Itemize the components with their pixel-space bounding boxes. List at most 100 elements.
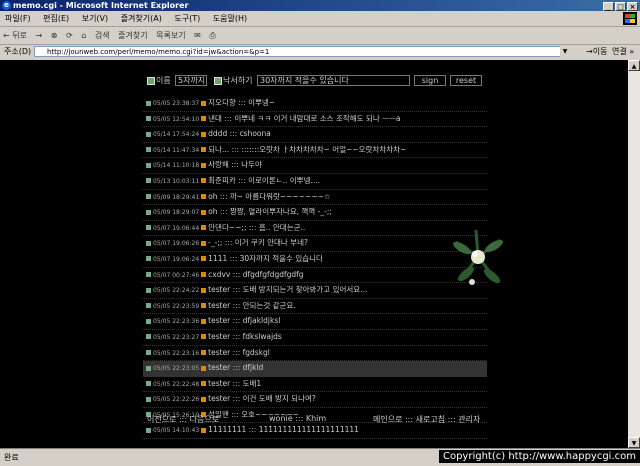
- memo-row: 05/05 23:38:37 지오디향 ::: 이뿌넹~: [143, 96, 487, 112]
- forward-button[interactable]: →: [36, 31, 43, 40]
- memo-author: tester: [208, 331, 231, 341]
- address-dropdown-icon[interactable]: ▼: [560, 46, 570, 57]
- delete-icon[interactable]: [201, 147, 207, 153]
- delete-icon[interactable]: [201, 162, 207, 168]
- status-text: 완료: [4, 453, 19, 462]
- bullet-icon: [146, 381, 151, 387]
- menu-favorites[interactable]: 즐겨찾기(A): [121, 14, 162, 23]
- close-button[interactable]: ×: [627, 2, 638, 11]
- memo-timestamp: 05/05 22:23:16: [153, 349, 200, 357]
- menu-help[interactable]: 도움말(H): [213, 14, 247, 23]
- back-button[interactable]: ← 뒤로: [3, 31, 27, 40]
- delete-icon[interactable]: [201, 334, 207, 340]
- bullet-icon: [146, 427, 151, 433]
- delete-icon[interactable]: [201, 396, 207, 402]
- memo-row: 05/05 22:23:59 tester ::: 안되는것 같군요.: [143, 299, 487, 315]
- links-button[interactable]: 연결 »: [612, 46, 634, 57]
- secret-checkbox[interactable]: [214, 77, 222, 85]
- stop-icon[interactable]: ⊗: [51, 31, 58, 40]
- vertical-scrollbar[interactable]: ▲ ▼: [628, 60, 640, 448]
- menu-tools[interactable]: 도구(T): [174, 14, 200, 23]
- delete-icon[interactable]: [201, 116, 207, 122]
- menu-file[interactable]: 파일(F): [5, 14, 31, 23]
- delete-icon[interactable]: [201, 194, 207, 200]
- memo-message: dfjkld: [242, 363, 264, 373]
- memo-message: dfgdfgfdgdfgdfg: [242, 269, 304, 279]
- delete-icon[interactable]: [201, 427, 207, 433]
- name-checkbox-icon: [147, 77, 155, 85]
- bullet-icon: [146, 256, 151, 262]
- delete-icon[interactable]: [201, 209, 207, 215]
- print-icon[interactable]: ⎙: [209, 31, 215, 40]
- menu-view[interactable]: 보기(V): [82, 14, 108, 23]
- home-icon[interactable]: ⌂: [81, 31, 86, 40]
- bullet-icon: [146, 131, 151, 137]
- memo-timestamp: 05/05 22:23:27: [153, 333, 200, 341]
- bullet-icon: [146, 240, 151, 246]
- delete-icon[interactable]: [201, 272, 207, 278]
- memo-timestamp: 05/05 22:24:22: [153, 287, 200, 295]
- reset-button[interactable]: reset: [450, 75, 482, 86]
- copyright-banner: Copyright(c) http://www.happycgi.com: [438, 450, 640, 463]
- delete-icon[interactable]: [201, 225, 207, 231]
- delete-icon[interactable]: [201, 178, 207, 184]
- memo-message: 이로이론ㄴ.. 이뿌넹....: [248, 175, 321, 185]
- bullet-icon: [146, 225, 151, 231]
- memo-message: 도배 방지되는거 찾아봐가고 있어서요...: [242, 285, 368, 295]
- menu-edit[interactable]: 편집(E): [43, 14, 69, 23]
- memo-message: 흠.. 안대는군..: [258, 222, 306, 232]
- refresh-icon[interactable]: ⟳: [66, 31, 73, 40]
- windows-logo-icon: [623, 12, 637, 25]
- bullet-icon: [146, 334, 151, 340]
- delete-icon[interactable]: [201, 365, 207, 371]
- sign-button[interactable]: sign: [414, 75, 446, 86]
- memo-author: dddd: [208, 129, 228, 139]
- minimize-button[interactable]: _: [603, 2, 614, 11]
- favorites-button[interactable]: 즐겨찾기: [118, 31, 147, 40]
- memo-message: fdkslwajds: [242, 331, 282, 341]
- delete-icon[interactable]: [201, 303, 207, 309]
- delete-icon[interactable]: [201, 100, 207, 106]
- memo-row: 05/14 17:54:24 dddd ::: cshoona: [143, 127, 487, 143]
- memo-form: 이름 5자까지 낙서하기 30자까지 적을수 있습니다 sign reset: [147, 74, 487, 88]
- memo-timestamp: 05/07 19:06:44: [153, 224, 200, 232]
- memo-author: oh: [208, 191, 218, 201]
- maximize-button[interactable]: □: [615, 2, 626, 11]
- memo-row: 05/05 22:24:22 tester ::: 도배 방지되는거 찾아봐가고 …: [143, 283, 487, 299]
- memo-row: 05/05 14:10:43 11111111 ::: 1111111111111…: [143, 423, 487, 440]
- memo-message: 나두야: [241, 160, 262, 170]
- memo-message: 111111111111111111111: [258, 425, 359, 435]
- memo-row: 05/14 11:47:34 되나... ::: :::::::오랏차 ㅏ차차차차…: [143, 143, 487, 159]
- go-button[interactable]: →이동: [586, 46, 607, 57]
- message-input[interactable]: 30자까지 적을수 있습니다: [257, 75, 410, 86]
- delete-icon[interactable]: [201, 350, 207, 355]
- bullet-icon: [146, 209, 151, 215]
- delete-icon[interactable]: [201, 131, 207, 137]
- history-button[interactable]: 목록보기: [156, 31, 185, 40]
- scroll-up-icon[interactable]: ▲: [628, 60, 640, 71]
- mail-icon[interactable]: ✉: [194, 31, 201, 40]
- name-input[interactable]: 5자까지: [175, 75, 207, 86]
- bullet-icon: [146, 350, 151, 355]
- memo-row: 05/05 22:23:16 tester ::: fgdskgl: [143, 346, 487, 362]
- search-button[interactable]: 검색: [95, 31, 110, 40]
- status-bar: 완료 Copyright(c) http://www.happycgi.com: [0, 448, 640, 466]
- delete-icon[interactable]: [201, 256, 207, 262]
- delete-icon[interactable]: [201, 287, 207, 293]
- memo-timestamp: 05/05 12:54:10: [153, 115, 200, 123]
- memo-author: 안댄다~~;;: [208, 222, 247, 232]
- prev-next-links[interactable]: 이전으로 ::: 다음으로: [147, 414, 219, 425]
- memo-row: 05/05 22:23:36 tester ::: dfjakldjksl: [143, 314, 487, 330]
- scroll-down-icon[interactable]: ▼: [628, 437, 640, 448]
- memo-timestamp: 05/14 17:54:24: [153, 131, 200, 139]
- delete-icon[interactable]: [201, 318, 207, 324]
- address-input[interactable]: http://jounweb.com/perl/memo/memo.cgi?id…: [34, 46, 570, 57]
- memo-author: 11111111: [208, 425, 247, 435]
- main-links[interactable]: 메인으로 ::: 새로고침 ::: 관리자: [373, 414, 480, 425]
- delete-icon[interactable]: [201, 240, 207, 246]
- delete-icon[interactable]: [201, 381, 207, 387]
- address-bar: 주소(D) http://jounweb.com/perl/memo/memo.…: [0, 45, 640, 59]
- bullet-icon: [146, 194, 151, 200]
- memo-author: 지오디향: [208, 98, 236, 107]
- memo-timestamp: 05/07 19:06:26: [153, 240, 200, 248]
